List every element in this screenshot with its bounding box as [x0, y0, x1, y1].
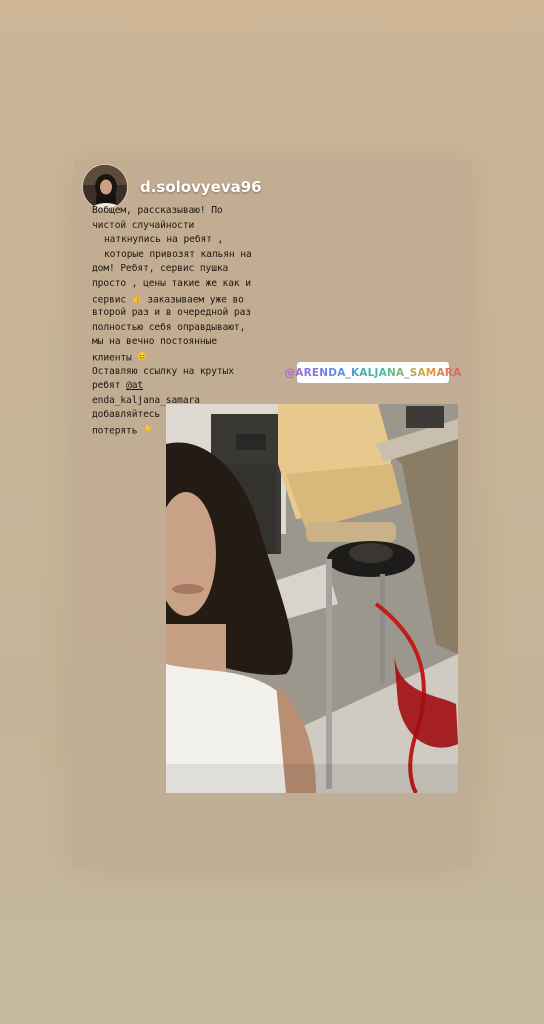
caption-line: Оставляю ссылку на крутых: [92, 365, 234, 377]
mention-link[interactable]: @at: [126, 380, 143, 391]
caption-line-text: клиенты: [92, 352, 132, 364]
caption-line: которые привозят кальян на: [104, 248, 252, 260]
smile-icon: 😊: [137, 351, 148, 361]
story-caption: Вобщем, рассказываю! По чистой случайнос…: [92, 204, 304, 438]
caption-line-text: сервис: [92, 293, 127, 305]
caption-line: клиенты 😊: [92, 350, 304, 365]
caption-line: полностью себя оправдывают,: [92, 321, 246, 333]
thumbs-up-icon: 👍: [131, 293, 142, 303]
pointing-down-icon: 👇: [143, 424, 153, 434]
caption-line-text: потерять: [92, 425, 138, 437]
caption-line: ребят @at: [92, 379, 304, 394]
caption-line: наткнулись на ребят ,: [104, 234, 224, 246]
caption-line-text: заказываем уже во: [147, 293, 244, 305]
caption-line: чистой случайности: [92, 219, 195, 231]
caption-line: сервис 👍 заказываем уже во: [92, 292, 304, 307]
story-photo: [166, 404, 458, 793]
caption-line: мы на вечно постоянные: [92, 336, 217, 348]
mention-sticker-text: @ARENDA_KALJANA_SAMARA: [284, 366, 462, 379]
selfie-with-hookah-image: [166, 404, 458, 793]
caption-line: Вобщем, рассказываю! По: [92, 205, 223, 216]
username[interactable]: d.solovyeva96: [140, 178, 262, 196]
caption-line: просто , цены такие же как и: [92, 277, 251, 289]
caption-line-text: ребят: [92, 380, 121, 392]
caption-line: второй раз и в очередной раз: [92, 307, 251, 319]
mention-sticker[interactable]: @ARENDA_KALJANA_SAMARA: [285, 362, 461, 383]
caption-line: дом! Ребят, сервис пушка: [92, 263, 229, 275]
